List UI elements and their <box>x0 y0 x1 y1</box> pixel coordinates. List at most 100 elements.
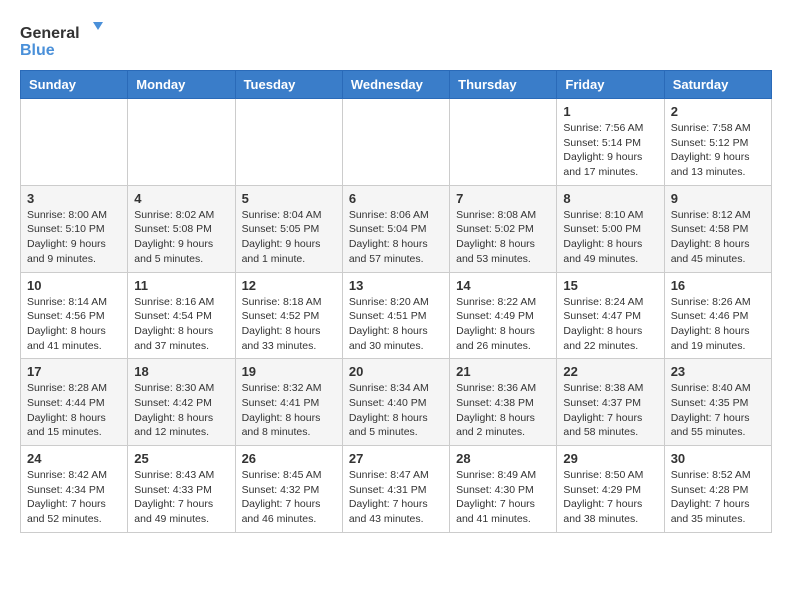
calendar-day-cell: 30Sunrise: 8:52 AM Sunset: 4:28 PM Dayli… <box>664 446 771 533</box>
day-info: Sunrise: 8:28 AM Sunset: 4:44 PM Dayligh… <box>27 381 121 440</box>
calendar-day-cell: 26 Sunrise: 8:45 AM Sunset: 4:32 PM Dayli… <box>235 446 342 533</box>
day-number: 26 <box>242 451 336 466</box>
day-info: Sunrise: 8:00 AM Sunset: 5:10 PM Dayligh… <box>27 208 121 267</box>
weekday-header-tuesday: Tuesday <box>235 71 342 99</box>
day-info: Sunrise: 8:02 AM Sunset: 5:08 PM Dayligh… <box>134 208 228 267</box>
calendar-day-cell: 4 Sunrise: 8:02 AM Sunset: 5:08 PM Daylig… <box>128 185 235 272</box>
calendar-day-cell: 8 Sunrise: 8:10 AM Sunset: 5:00 PM Daylig… <box>557 185 664 272</box>
day-number: 23 <box>671 364 765 379</box>
day-number: 17 <box>27 364 121 379</box>
page-header: GeneralBlue <box>20 20 772 60</box>
day-number: 12 <box>242 278 336 293</box>
empty-day-cell <box>450 99 557 186</box>
calendar-week-row: 1 Sunrise: 7:56 AM Sunset: 5:14 PM Daylig… <box>21 99 772 186</box>
day-number: 29 <box>563 451 657 466</box>
day-number: 30 <box>671 451 765 466</box>
logo-icon: GeneralBlue <box>20 20 110 60</box>
empty-day-cell <box>342 99 449 186</box>
calendar-header-row: SundayMondayTuesdayWednesdayThursdayFrid… <box>21 71 772 99</box>
day-number: 8 <box>563 191 657 206</box>
weekday-header-friday: Friday <box>557 71 664 99</box>
weekday-header-monday: Monday <box>128 71 235 99</box>
calendar-day-cell: 12Sunrise: 8:18 AM Sunset: 4:52 PM Dayli… <box>235 272 342 359</box>
day-number: 3 <box>27 191 121 206</box>
day-number: 14 <box>456 278 550 293</box>
weekday-header-saturday: Saturday <box>664 71 771 99</box>
day-number: 16 <box>671 278 765 293</box>
calendar-day-cell: 16 Sunrise: 8:26 AM Sunset: 4:46 PM Dayli… <box>664 272 771 359</box>
day-number: 9 <box>671 191 765 206</box>
weekday-header-thursday: Thursday <box>450 71 557 99</box>
day-number: 7 <box>456 191 550 206</box>
calendar-day-cell: 11 Sunrise: 8:16 AM Sunset: 4:54 PM Dayli… <box>128 272 235 359</box>
day-number: 15 <box>563 278 657 293</box>
calendar-day-cell: 28 Sunrise: 8:49 AM Sunset: 4:30 PM Dayli… <box>450 446 557 533</box>
calendar-day-cell: 22 Sunrise: 8:38 AM Sunset: 4:37 PM Dayli… <box>557 359 664 446</box>
day-number: 6 <box>349 191 443 206</box>
calendar-day-cell: 14 Sunrise: 8:22 AM Sunset: 4:49 PM Dayli… <box>450 272 557 359</box>
day-info: Sunrise: 8:40 AM Sunset: 4:35 PM Dayligh… <box>671 381 765 440</box>
day-info: Sunrise: 8:45 AM Sunset: 4:32 PM Dayligh… <box>242 468 336 527</box>
day-number: 24 <box>27 451 121 466</box>
empty-day-cell <box>235 99 342 186</box>
day-info: Sunrise: 8:10 AM Sunset: 5:00 PM Dayligh… <box>563 208 657 267</box>
svg-text:Blue: Blue <box>20 42 55 59</box>
day-info: Sunrise: 8:38 AM Sunset: 4:37 PM Dayligh… <box>563 381 657 440</box>
calendar-day-cell: 2 Sunrise: 7:58 AM Sunset: 5:12 PM Daylig… <box>664 99 771 186</box>
weekday-header-wednesday: Wednesday <box>342 71 449 99</box>
day-number: 2 <box>671 104 765 119</box>
day-number: 13 <box>349 278 443 293</box>
day-info: Sunrise: 8:30 AM Sunset: 4:42 PM Dayligh… <box>134 381 228 440</box>
day-info: Sunrise: 8:04 AM Sunset: 5:05 PM Dayligh… <box>242 208 336 267</box>
calendar-day-cell: 18Sunrise: 8:30 AM Sunset: 4:42 PM Dayli… <box>128 359 235 446</box>
day-number: 22 <box>563 364 657 379</box>
calendar-week-row: 17 Sunrise: 8:28 AM Sunset: 4:44 PM Dayli… <box>21 359 772 446</box>
calendar-day-cell: 3 Sunrise: 8:00 AM Sunset: 5:10 PM Daylig… <box>21 185 128 272</box>
day-info: Sunrise: 8:26 AM Sunset: 4:46 PM Dayligh… <box>671 295 765 354</box>
day-number: 27 <box>349 451 443 466</box>
calendar-day-cell: 1 Sunrise: 7:56 AM Sunset: 5:14 PM Daylig… <box>557 99 664 186</box>
weekday-header-sunday: Sunday <box>21 71 128 99</box>
day-number: 5 <box>242 191 336 206</box>
day-info: Sunrise: 8:06 AM Sunset: 5:04 PM Dayligh… <box>349 208 443 267</box>
empty-day-cell <box>21 99 128 186</box>
day-number: 19 <box>242 364 336 379</box>
day-number: 25 <box>134 451 228 466</box>
calendar-day-cell: 19 Sunrise: 8:32 AM Sunset: 4:41 PM Dayli… <box>235 359 342 446</box>
day-info: Sunrise: 8:36 AM Sunset: 4:38 PM Dayligh… <box>456 381 550 440</box>
day-info: Sunrise: 8:42 AM Sunset: 4:34 PM Dayligh… <box>27 468 121 527</box>
calendar-day-cell: 15 Sunrise: 8:24 AM Sunset: 4:47 PM Dayli… <box>557 272 664 359</box>
day-info: Sunrise: 8:24 AM Sunset: 4:47 PM Dayligh… <box>563 295 657 354</box>
day-info: Sunrise: 8:16 AM Sunset: 4:54 PM Dayligh… <box>134 295 228 354</box>
calendar-week-row: 10Sunrise: 8:14 AM Sunset: 4:56 PM Dayli… <box>21 272 772 359</box>
day-info: Sunrise: 8:43 AM Sunset: 4:33 PM Dayligh… <box>134 468 228 527</box>
calendar-day-cell: 9Sunrise: 8:12 AM Sunset: 4:58 PM Daylig… <box>664 185 771 272</box>
calendar-day-cell: 20Sunrise: 8:34 AM Sunset: 4:40 PM Dayli… <box>342 359 449 446</box>
calendar-day-cell: 10Sunrise: 8:14 AM Sunset: 4:56 PM Dayli… <box>21 272 128 359</box>
day-info: Sunrise: 8:32 AM Sunset: 4:41 PM Dayligh… <box>242 381 336 440</box>
day-number: 1 <box>563 104 657 119</box>
calendar-week-row: 24 Sunrise: 8:42 AM Sunset: 4:34 PM Dayli… <box>21 446 772 533</box>
calendar-day-cell: 7Sunrise: 8:08 AM Sunset: 5:02 PM Daylig… <box>450 185 557 272</box>
svg-text:General: General <box>20 25 80 42</box>
calendar-day-cell: 29 Sunrise: 8:50 AM Sunset: 4:29 PM Dayli… <box>557 446 664 533</box>
calendar-week-row: 3 Sunrise: 8:00 AM Sunset: 5:10 PM Daylig… <box>21 185 772 272</box>
day-number: 4 <box>134 191 228 206</box>
day-number: 28 <box>456 451 550 466</box>
day-number: 10 <box>27 278 121 293</box>
calendar-day-cell: 23 Sunrise: 8:40 AM Sunset: 4:35 PM Dayli… <box>664 359 771 446</box>
day-info: Sunrise: 7:56 AM Sunset: 5:14 PM Dayligh… <box>563 121 657 180</box>
day-info: Sunrise: 8:22 AM Sunset: 4:49 PM Dayligh… <box>456 295 550 354</box>
day-number: 11 <box>134 278 228 293</box>
day-info: Sunrise: 8:49 AM Sunset: 4:30 PM Dayligh… <box>456 468 550 527</box>
day-info: Sunrise: 7:58 AM Sunset: 5:12 PM Dayligh… <box>671 121 765 180</box>
day-info: Sunrise: 8:47 AM Sunset: 4:31 PM Dayligh… <box>349 468 443 527</box>
day-info: Sunrise: 8:50 AM Sunset: 4:29 PM Dayligh… <box>563 468 657 527</box>
calendar-day-cell: 6 Sunrise: 8:06 AM Sunset: 5:04 PM Daylig… <box>342 185 449 272</box>
calendar-day-cell: 13Sunrise: 8:20 AM Sunset: 4:51 PM Dayli… <box>342 272 449 359</box>
calendar-day-cell: 17 Sunrise: 8:28 AM Sunset: 4:44 PM Dayli… <box>21 359 128 446</box>
calendar-day-cell: 5 Sunrise: 8:04 AM Sunset: 5:05 PM Daylig… <box>235 185 342 272</box>
calendar-day-cell: 24 Sunrise: 8:42 AM Sunset: 4:34 PM Dayli… <box>21 446 128 533</box>
day-info: Sunrise: 8:34 AM Sunset: 4:40 PM Dayligh… <box>349 381 443 440</box>
logo: GeneralBlue <box>20 20 110 60</box>
